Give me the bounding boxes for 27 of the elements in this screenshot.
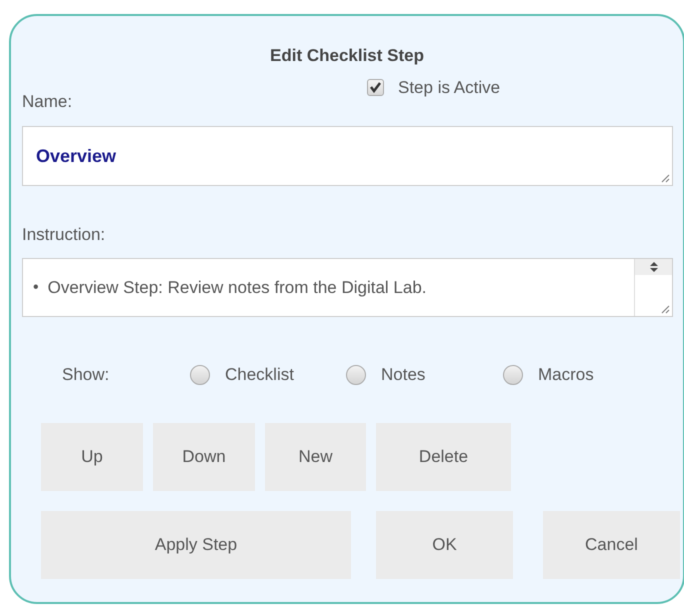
instruction-field[interactable]: • Overview Step: Review notes from the Digital Lab.: [22, 258, 673, 317]
step-button[interactable]: New: [265, 422, 366, 490]
resize-grip-icon[interactable]: [660, 173, 670, 183]
bullet: •: [33, 278, 39, 298]
radio-button[interactable]: [190, 364, 210, 385]
checkbox-label: Step is Active: [398, 76, 500, 98]
radio-label: Notes: [381, 364, 426, 386]
instruction-text: Overview Step: Review notes from the Digital Lab.: [48, 276, 426, 299]
action-button[interactable]: Apply Step: [41, 510, 351, 578]
resize-grip-icon[interactable]: [660, 304, 670, 314]
radio-button[interactable]: [346, 364, 366, 385]
show-label: Show:: [62, 364, 110, 386]
action-button[interactable]: Cancel: [543, 510, 680, 578]
field-label: Instruction:: [22, 225, 106, 244]
radio-label: Macros: [538, 364, 594, 386]
field-label: Name:: [22, 90, 74, 112]
step-button[interactable]: Up: [41, 422, 143, 490]
radio-label: Checklist: [225, 364, 294, 386]
spinner-arrows-icon[interactable]: [648, 261, 658, 273]
step-button[interactable]: Down: [153, 422, 255, 490]
checkbox[interactable]: [367, 78, 384, 96]
step-button[interactable]: Delete: [376, 422, 511, 490]
name-field[interactable]: Overview: [22, 126, 673, 186]
action-button[interactable]: OK: [376, 510, 513, 578]
dialog-title: Edit Checklist Step: [270, 45, 424, 67]
scrollbar[interactable]: [634, 259, 672, 316]
radio-button[interactable]: [503, 364, 523, 385]
